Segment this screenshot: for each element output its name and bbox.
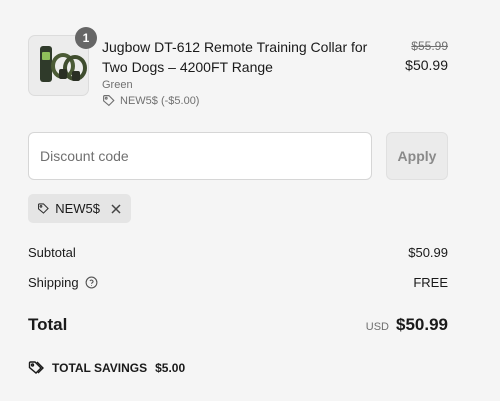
applied-discount-chip: NEW5$ bbox=[28, 194, 131, 223]
receiver-shape bbox=[59, 69, 67, 79]
shipping-value: FREE bbox=[413, 275, 448, 290]
shipping-label-group: Shipping bbox=[28, 275, 98, 290]
tag-icon bbox=[37, 203, 49, 214]
product-variant: Green bbox=[102, 79, 133, 91]
help-circle-icon[interactable] bbox=[85, 276, 98, 289]
total-savings: TOTAL SAVINGS $5.00 bbox=[28, 360, 185, 376]
line-item-price: $50.99 bbox=[405, 57, 448, 73]
line-item-discount-text: NEW5$ (-$5.00) bbox=[120, 94, 200, 107]
total-row: Total USD $50.99 bbox=[28, 315, 448, 335]
receiver-shape bbox=[72, 71, 80, 81]
close-icon[interactable] bbox=[110, 203, 122, 215]
tag-icon bbox=[103, 95, 115, 107]
total-label: Total bbox=[28, 315, 68, 334]
currency-code: USD bbox=[365, 321, 389, 333]
subtotal-row: Subtotal $50.99 bbox=[28, 245, 448, 260]
apply-button[interactable]: Apply bbox=[386, 132, 448, 180]
remove-discount-button[interactable] bbox=[110, 203, 122, 215]
subtotal-value: $50.99 bbox=[408, 245, 448, 260]
tags-icon bbox=[28, 361, 44, 374]
line-item-discount: NEW5$ (-$5.00) bbox=[102, 94, 199, 107]
discount-code-input[interactable] bbox=[28, 132, 372, 180]
shipping-label: Shipping bbox=[28, 275, 79, 290]
quantity-badge: 1 bbox=[75, 27, 97, 49]
total-savings-amount: $5.00 bbox=[155, 361, 186, 375]
applied-discount-code: NEW5$ bbox=[55, 201, 100, 216]
total-savings-label: TOTAL SAVINGS bbox=[52, 361, 148, 375]
product-title: Jugbow DT-612 Remote Training Collar for… bbox=[102, 39, 368, 75]
compare-at-price: $55.99 bbox=[411, 39, 448, 53]
shipping-row: Shipping FREE bbox=[28, 275, 448, 290]
subtotal-label: Subtotal bbox=[28, 245, 76, 260]
total-amount-group: USD $50.99 bbox=[366, 315, 448, 335]
total-amount: $50.99 bbox=[396, 315, 448, 334]
product-image-wrapper: 1 bbox=[28, 27, 97, 96]
